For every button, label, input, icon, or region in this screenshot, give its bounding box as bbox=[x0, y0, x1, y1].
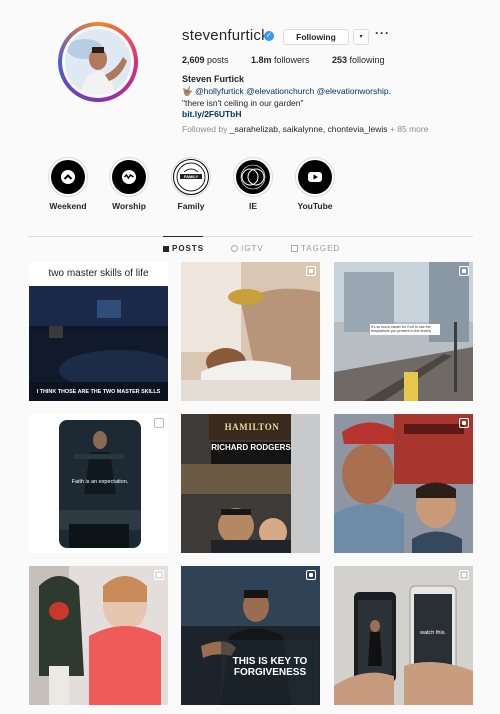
tab-igtv[interactable]: IGTV bbox=[231, 244, 264, 253]
post-caption: watch this. bbox=[420, 630, 446, 636]
video-icon bbox=[459, 570, 469, 580]
followed-by-prefix: Followed by bbox=[182, 124, 228, 134]
following-button[interactable]: Following bbox=[283, 29, 349, 45]
highlight-worship[interactable]: Worship bbox=[109, 157, 149, 211]
highlight-ie[interactable]: IE bbox=[233, 157, 273, 211]
followed-by-more[interactable]: + 85 more bbox=[390, 124, 429, 134]
rock-hand-emoji-icon: 🤟🏽 bbox=[182, 86, 193, 96]
post-overlay-text: It's so much easier for God to use the t… bbox=[370, 324, 440, 335]
following-count: 253 bbox=[332, 55, 348, 65]
bio-link[interactable]: bit.ly/2F6UTbH bbox=[182, 109, 242, 119]
video-icon bbox=[306, 570, 316, 580]
highlight-weekend[interactable]: Weekend bbox=[48, 157, 88, 211]
sign-theater: RICHARD RODGERS bbox=[211, 443, 291, 452]
profile-username: stevenfurtick bbox=[182, 27, 269, 44]
highlight-ring bbox=[109, 157, 149, 197]
highlight-label: Worship bbox=[112, 201, 146, 211]
highlight-family[interactable]: FAMILY Family bbox=[171, 157, 211, 211]
tab-label: IGTV bbox=[241, 244, 264, 253]
post-caption-bottom: I THINK THOSE ARE THE TWO MASTER SKILLS bbox=[36, 389, 161, 395]
suggestions-dropdown-button[interactable]: ▾ bbox=[353, 29, 369, 45]
tab-posts[interactable]: POSTS bbox=[163, 244, 204, 253]
tab-tagged[interactable]: TAGGED bbox=[291, 244, 340, 253]
highlight-ring: FAMILY bbox=[171, 157, 211, 197]
video-icon bbox=[154, 418, 164, 428]
avatar[interactable] bbox=[65, 29, 131, 95]
active-tab-indicator bbox=[163, 236, 203, 237]
highlight-ring bbox=[295, 157, 335, 197]
more-options-icon[interactable]: ··· bbox=[375, 26, 390, 40]
followed-by[interactable]: Followed by _sarahelizab, saikalynne, ch… bbox=[182, 124, 428, 134]
post-caption: Faith is an expectation. bbox=[71, 479, 129, 485]
highlight-label: YouTube bbox=[297, 201, 333, 211]
verified-icon: ✓ bbox=[264, 31, 274, 41]
highlight-youtube[interactable]: YouTube bbox=[295, 157, 335, 211]
family-logo-icon: FAMILY bbox=[173, 159, 209, 195]
post-tile[interactable] bbox=[29, 566, 168, 705]
carousel-icon bbox=[459, 418, 469, 428]
post-tile[interactable] bbox=[181, 262, 320, 401]
following-stat[interactable]: 253 following bbox=[332, 55, 385, 65]
following-label: following bbox=[349, 55, 385, 65]
post-tile[interactable]: It's so much easier for God to use the t… bbox=[334, 262, 473, 401]
post-tile[interactable] bbox=[334, 414, 473, 553]
video-icon bbox=[459, 266, 469, 276]
followers-count: 1.8m bbox=[251, 55, 272, 65]
video-icon bbox=[306, 266, 316, 276]
tab-label: POSTS bbox=[172, 244, 205, 253]
family-logo-text: FAMILY bbox=[184, 174, 199, 179]
sign-hamilton: HAMILTON bbox=[224, 422, 280, 432]
post-tile[interactable]: HAMILTON RICHARD RODGERS bbox=[181, 414, 320, 553]
followed-by-names[interactable]: _sarahelizab, saikalynne, chontevia_lewi… bbox=[230, 124, 388, 134]
highlight-label: Weekend bbox=[49, 201, 87, 211]
post-tile[interactable]: THIS IS KEY TO FORGIVENESS bbox=[181, 566, 320, 705]
tag-icon bbox=[291, 244, 298, 252]
post-tile[interactable]: watch this. bbox=[334, 566, 473, 705]
highlight-label: Family bbox=[177, 201, 205, 211]
posts-label: posts bbox=[207, 55, 229, 65]
followers-label: followers bbox=[274, 55, 310, 65]
posts-stat: 2,609 posts bbox=[182, 55, 229, 65]
post-tile[interactable]: Faith is an expectation. bbox=[29, 414, 168, 553]
youtube-icon bbox=[298, 160, 332, 194]
highlight-label: IE bbox=[248, 201, 258, 211]
igtv-icon bbox=[231, 244, 238, 252]
tab-label: TAGGED bbox=[301, 244, 341, 253]
post-tile[interactable]: two master skills of life I THINK THOSE … bbox=[29, 262, 168, 401]
profile-full-name: Steven Furtick bbox=[182, 74, 245, 84]
video-icon bbox=[154, 266, 164, 276]
bio-mentions-line: 🤟🏽 @hollyfurtick @elevationchurch @eleva… bbox=[182, 86, 391, 97]
highlight-ring bbox=[48, 157, 88, 197]
bio-quote: "there isn't ceiling in our garden" bbox=[182, 98, 304, 108]
circles-icon bbox=[236, 160, 270, 194]
wave-icon bbox=[112, 160, 146, 194]
chevron-up-icon bbox=[51, 160, 85, 194]
posts-count: 2,609 bbox=[182, 55, 205, 65]
bio-mentions[interactable]: @hollyfurtick @elevationchurch @elevatio… bbox=[195, 86, 391, 96]
grid-icon bbox=[163, 245, 169, 252]
highlight-ring bbox=[233, 157, 273, 197]
post-caption-top: two master skills of life bbox=[48, 268, 149, 279]
tabs-divider bbox=[28, 236, 473, 237]
followers-stat[interactable]: 1.8m followers bbox=[251, 55, 310, 65]
post-caption: THIS IS KEY TO FORGIVENESS bbox=[232, 656, 308, 678]
video-icon bbox=[154, 570, 164, 580]
